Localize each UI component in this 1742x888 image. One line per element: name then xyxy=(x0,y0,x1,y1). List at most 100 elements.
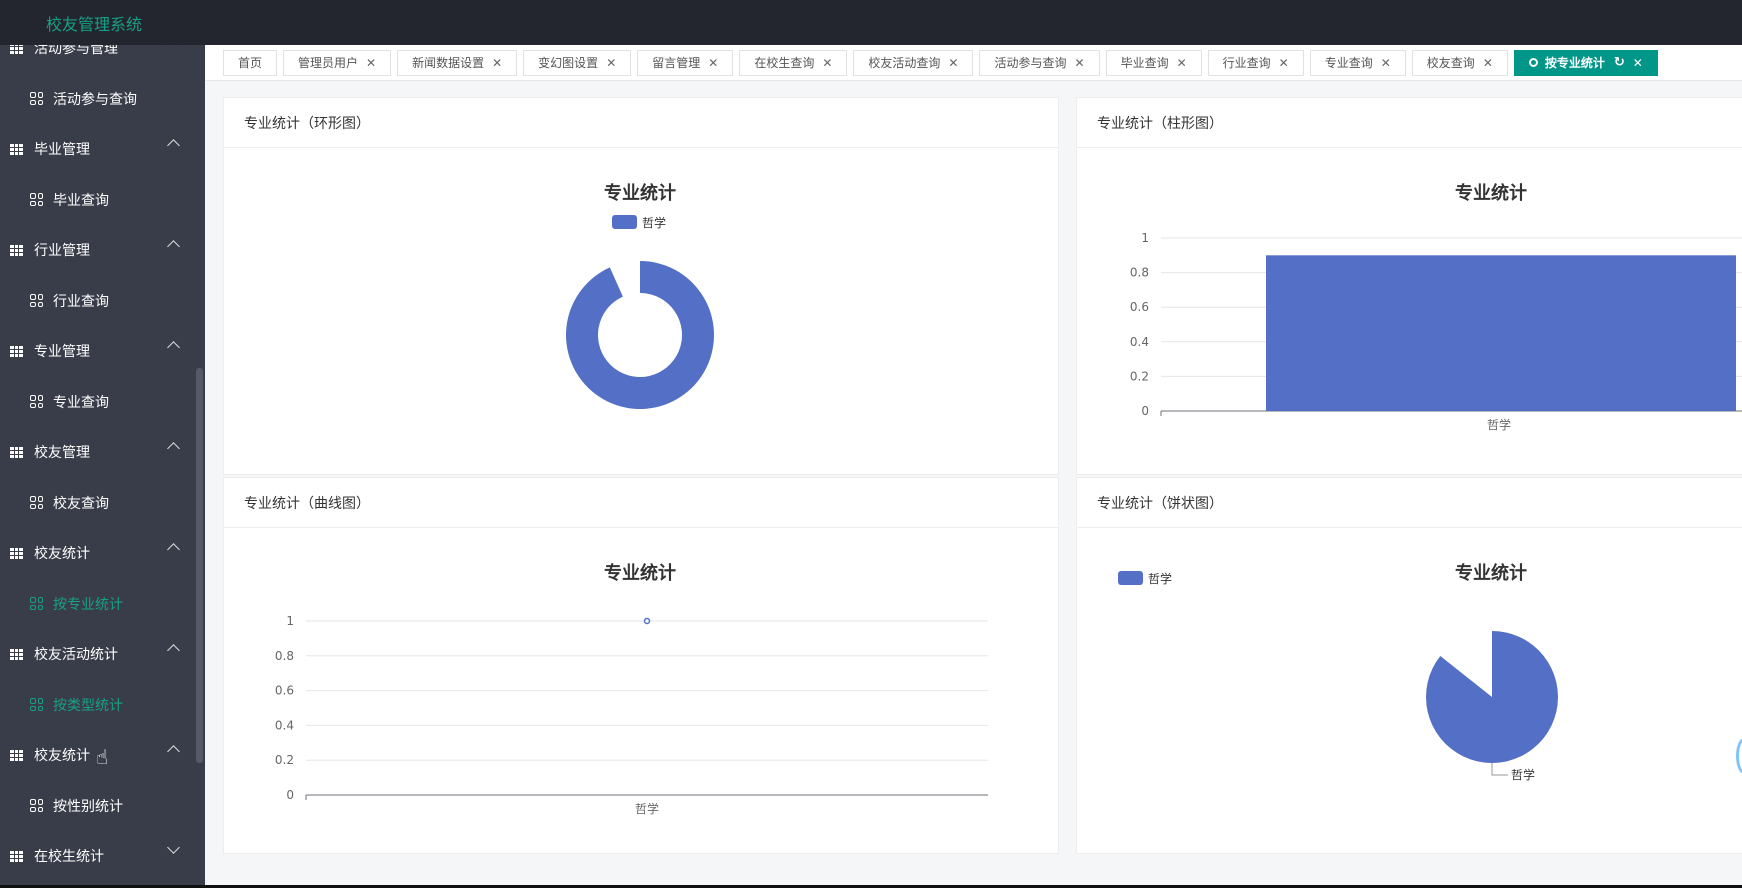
chevron-up-icon xyxy=(167,341,180,354)
sidebar-group: 校友管理 校友查询 xyxy=(0,427,196,528)
sidebar-sub-item[interactable]: 活动参与查询 xyxy=(0,73,196,124)
sidebar-sub-item[interactable]: 专业查询 xyxy=(0,376,196,427)
sidebar-group-label: 专业管理 xyxy=(34,344,90,360)
apps-icon xyxy=(30,799,43,812)
sidebar-group-header[interactable]: 专业管理 xyxy=(0,326,196,376)
close-icon[interactable]: ✕ xyxy=(708,56,718,70)
active-dot-icon xyxy=(1528,58,1538,67)
tab[interactable]: 留言管理 ✕ xyxy=(637,49,734,76)
sidebar-group-header[interactable]: 校友管理 xyxy=(0,427,196,477)
app-title[interactable]: 校友管理系统 xyxy=(46,11,142,35)
sidebar-sub-item-label: 专业查询 xyxy=(53,394,109,411)
apps-icon xyxy=(30,395,43,408)
chart-title: 专业统计 xyxy=(604,182,676,204)
tab[interactable]: 活动参与查询 ✕ xyxy=(979,49,1100,76)
close-icon[interactable]: ✕ xyxy=(492,56,502,70)
chevron-up-icon xyxy=(167,139,180,152)
sidebar-group-label: 校友活动统计 xyxy=(34,647,118,663)
sidebar-group-header[interactable]: 毕业管理 xyxy=(0,124,196,174)
sidebar-group: 活动参与管理活动参与查询 xyxy=(0,45,196,124)
close-icon[interactable]: ✕ xyxy=(1483,56,1493,70)
tab-active[interactable]: 按专业统计 ↻ ✕ xyxy=(1513,49,1658,76)
pie-chart: 专业统计哲学哲学 xyxy=(1118,562,1558,782)
apps-icon xyxy=(30,294,43,307)
sidebar-sub-item[interactable]: 毕业查询 xyxy=(0,174,196,225)
sidebar-group: 行业管理行业查询 xyxy=(0,225,196,326)
sidebar-sub-item[interactable]: 行业查询 xyxy=(0,275,196,326)
tab[interactable]: 在校生查询 ✕ xyxy=(739,49,848,76)
tab[interactable]: 管理员用户 ✕ xyxy=(283,49,392,76)
apps-icon xyxy=(30,496,43,509)
sidebar-group-label: 毕业管理 xyxy=(34,142,90,158)
close-icon[interactable]: ✕ xyxy=(1381,56,1391,70)
tab[interactable]: 校友查询 ✕ xyxy=(1411,49,1508,76)
panel-donut: 专业统计（环形图） 专业统计哲学 xyxy=(223,97,1059,475)
y-tick-label: 0.4 xyxy=(1130,335,1149,349)
tab-label: 按专业统计 xyxy=(1544,56,1605,70)
tab[interactable]: 专业查询 ✕ xyxy=(1309,49,1406,76)
table-icon xyxy=(10,345,23,357)
y-tick-label: 0 xyxy=(286,788,294,802)
slice-label: 哲学 xyxy=(1511,767,1535,782)
close-icon[interactable]: ✕ xyxy=(1633,56,1643,70)
sidebar-group: 在校生统计 xyxy=(0,831,196,888)
table-icon xyxy=(10,244,23,256)
sidebar-group-header[interactable]: 活动参与管理 xyxy=(0,45,196,73)
panel-pie-heading: 专业统计（饼状图） xyxy=(1077,478,1742,528)
sidebar-group-label: 活动参与管理 xyxy=(34,45,118,57)
tab[interactable]: 行业查询 ✕ xyxy=(1207,49,1304,76)
tab[interactable]: 校友活动查询 ✕ xyxy=(853,49,974,76)
sidebar-group: 毕业管理毕业查询 xyxy=(0,124,196,225)
sidebar-group-header[interactable]: 校友统计 xyxy=(0,528,196,578)
tab[interactable]: 变幻图设置 ✕ xyxy=(523,49,632,76)
table-icon xyxy=(10,850,23,862)
tab[interactable]: 新闻数据设置 ✕ xyxy=(397,49,518,76)
sidebar-sub-item[interactable]: 按专业统计 xyxy=(0,578,196,629)
tab-bar: 首页 管理员用户 ✕ 新闻数据设置 ✕ 变幻图设置 ✕ 留言管理 ✕ 在校生查询 ✕ 校友活动查询 ✕ 活… xyxy=(205,45,1742,81)
sidebar-group-header[interactable]: 在校生统计 xyxy=(0,831,196,881)
sidebar-group-label: 校友统计 xyxy=(34,546,90,562)
sidebar-sub-item-label: 活动参与查询 xyxy=(53,91,137,108)
sidebar-sub-item[interactable]: 校友查询 xyxy=(0,477,196,528)
bar xyxy=(1266,255,1736,411)
legend-label: 哲学 xyxy=(642,215,666,230)
close-icon[interactable]: ✕ xyxy=(366,56,376,70)
sidebar: 活动参与管理活动参与查询毕业管理毕业查询 行业管理行业查询专业管理专业查询校友管理… xyxy=(0,45,205,888)
close-icon[interactable]: ✕ xyxy=(948,56,958,70)
close-icon[interactable]: ✕ xyxy=(1177,56,1187,70)
chevron-up-icon xyxy=(167,240,180,253)
y-tick-label: 0.4 xyxy=(275,718,294,732)
tab[interactable]: 首页 xyxy=(223,49,278,76)
sidebar-group-header[interactable]: 行业管理 xyxy=(0,225,196,275)
close-icon[interactable]: ✕ xyxy=(1075,56,1085,70)
tab[interactable]: 毕业查询 ✕ xyxy=(1105,49,1202,76)
sidebar-scrollbar[interactable] xyxy=(196,368,203,763)
sidebar-sub-item-label: 行业查询 xyxy=(53,293,109,310)
apps-icon xyxy=(30,597,43,610)
chart-title: 专业统计 xyxy=(1455,182,1527,204)
close-icon[interactable]: ✕ xyxy=(822,56,832,70)
table-icon xyxy=(10,45,23,54)
sidebar-sub-item-label: 按专业统计 xyxy=(53,596,123,613)
y-tick-label: 0.2 xyxy=(275,753,294,767)
sidebar-sub-item[interactable]: 按类型统计 xyxy=(0,679,196,730)
sidebar-sub-item-label: 按类型统计 xyxy=(53,697,123,714)
line-chart: 专业统计 0 0.2 0.4 0.6 0.8 1 哲学 xyxy=(275,562,988,816)
hand-cursor-icon: ☝ xyxy=(96,745,109,769)
tab-label: 留言管理 xyxy=(652,56,701,70)
line-point xyxy=(643,617,651,625)
close-icon[interactable]: ✕ xyxy=(1279,56,1289,70)
panel-pie: 专业统计（饼状图） 专业统计 哲学 哲学 xyxy=(1076,477,1742,854)
chevron-up-icon xyxy=(167,442,180,455)
close-icon[interactable]: ✕ xyxy=(606,56,616,70)
table-icon xyxy=(10,547,23,559)
panel-donut-heading: 专业统计（环形图） xyxy=(224,98,1058,148)
apps-icon xyxy=(30,193,43,206)
x-tick-label: 哲学 xyxy=(1487,417,1511,432)
panel-bar-heading: 专业统计（柱形图） xyxy=(1077,98,1742,148)
sidebar-sub-item[interactable]: 按性别统计 xyxy=(0,780,196,831)
chevron-down-icon xyxy=(167,841,180,854)
sidebar-group-header[interactable]: 校友活动统计 xyxy=(0,629,196,679)
y-tick-label: 0.6 xyxy=(1130,300,1149,314)
refresh-icon[interactable]: ↻ xyxy=(1614,55,1625,70)
